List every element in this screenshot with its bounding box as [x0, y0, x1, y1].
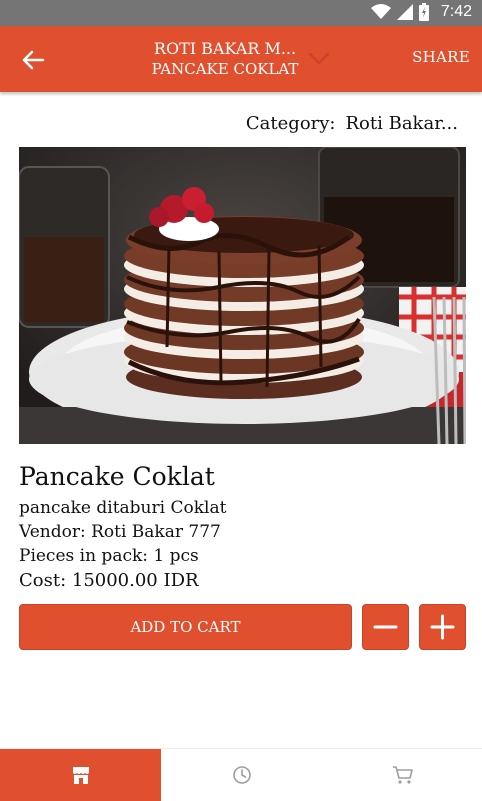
- battery-icon: [418, 3, 429, 21]
- nav-item-cart[interactable]: [322, 749, 482, 801]
- status-bar: 7:42: [0, 0, 482, 26]
- add-to-cart-button[interactable]: ADD TO CART: [19, 604, 352, 650]
- clock-icon: [232, 766, 251, 784]
- minus-icon: [373, 625, 398, 629]
- share-button[interactable]: SHARE: [412, 48, 470, 66]
- product-cost: Cost: 15000.00 IDR: [19, 570, 199, 591]
- product-vendor: Vendor: Roti Bakar 777: [19, 522, 221, 542]
- app-bar: ROTI BAKAR M... PANCAKE COKLAT SHARE: [0, 26, 482, 92]
- page-subtitle: PANCAKE COKLAT: [151, 60, 299, 78]
- back-arrow-icon[interactable]: [18, 45, 48, 75]
- product-description: pancake ditaburi Coklat: [19, 498, 227, 518]
- category-label: Category:: [245, 113, 336, 134]
- title-block: ROTI BAKAR M... PANCAKE COKLAT: [140, 38, 310, 80]
- product-image: [19, 147, 466, 444]
- bottom-nav: [0, 748, 482, 801]
- signal-icon: [396, 4, 413, 20]
- pancake-photo: [19, 147, 466, 444]
- category-value[interactable]: Roti Bakar...: [346, 113, 459, 134]
- plus-icon: [430, 614, 455, 640]
- nav-item-history[interactable]: [161, 749, 322, 801]
- product-name: Pancake Coklat: [19, 462, 215, 491]
- product-pieces: Pieces in pack: 1 pcs: [19, 546, 199, 566]
- nav-item-store[interactable]: [0, 749, 161, 801]
- action-row: ADD TO CART: [19, 604, 466, 650]
- wifi-icon: [370, 4, 391, 19]
- category-row: Category: Roti Bakar...: [246, 113, 458, 134]
- chevron-down-icon[interactable]: [305, 46, 333, 70]
- page-title: ROTI BAKAR M...: [153, 39, 297, 58]
- cart-icon: [392, 766, 413, 784]
- store-icon: [72, 767, 89, 784]
- decrease-quantity-button[interactable]: [362, 604, 409, 650]
- increase-quantity-button[interactable]: [419, 604, 466, 650]
- status-time: 7:42: [440, 3, 472, 20]
- status-icons: 7:42: [370, 3, 472, 21]
